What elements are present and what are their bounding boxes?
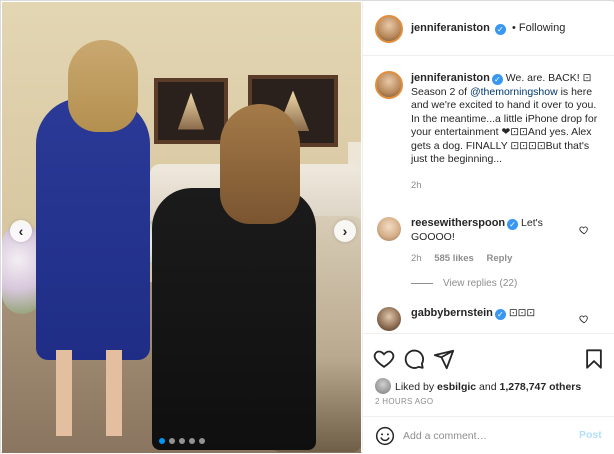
verified-icon: ✓ xyxy=(507,219,519,230)
comments-list[interactable]: jenniferaniston ✓ We. are. BACK! ⊡ Season… xyxy=(363,57,614,333)
caption: jenniferaniston ✓ We. are. BACK! ⊡ Season… xyxy=(411,72,601,192)
verified-icon: ✓ xyxy=(494,309,506,320)
author-line: jenniferaniston ✓ • Following xyxy=(411,22,565,35)
liked-by-username[interactable]: esbilgic xyxy=(437,381,476,393)
caption-text-2: Season 2 of xyxy=(411,85,470,98)
replies-divider xyxy=(411,282,433,284)
carousel-dot xyxy=(168,438,175,444)
comment-like-heart-icon[interactable] xyxy=(579,314,589,324)
caption-mention-link[interactable]: @themorningshow xyxy=(470,86,558,98)
comment-avatar[interactable] xyxy=(377,217,401,241)
comment-avatar[interactable] xyxy=(377,307,401,331)
comment-meta: 2h 585 likes Reply xyxy=(411,252,581,266)
comment-reply-button[interactable]: Reply xyxy=(486,253,512,264)
carousel-dot xyxy=(158,438,165,444)
follow-separator: • xyxy=(511,22,516,34)
author-username[interactable]: jenniferaniston xyxy=(411,22,490,34)
view-replies-label: View replies (22) xyxy=(443,278,518,289)
carousel-prev-button[interactable]: ‹ xyxy=(10,220,32,242)
liker-avatar[interactable] xyxy=(375,378,391,394)
carousel-dot xyxy=(198,438,205,444)
liked-by-count[interactable]: 1,278,747 others xyxy=(500,381,582,393)
carousel-dot xyxy=(188,438,195,444)
caption-avatar[interactable] xyxy=(375,71,403,99)
caption-username[interactable]: jenniferaniston xyxy=(411,72,490,84)
post-timestamp: 2 HOURS AGO xyxy=(375,397,434,406)
instagram-post-modal: ‹ › jenniferaniston ✓ • Following jennif… xyxy=(0,0,614,453)
heart-icon[interactable] xyxy=(373,348,395,370)
comment-time: 2h xyxy=(411,253,422,264)
post-photo[interactable]: ‹ › xyxy=(2,2,361,453)
comment-item: gabbybernstein ✓ ⊡⊡⊡ xyxy=(411,307,581,321)
verified-icon: ✓ xyxy=(491,74,503,85)
caption-time: 2h xyxy=(411,179,422,191)
comment-icon[interactable] xyxy=(403,348,425,370)
caption-emoji-2: ❤⊡⊡ xyxy=(501,126,528,138)
caption-text-1: We. are. BACK! xyxy=(502,72,583,84)
post-comment-button[interactable]: Post xyxy=(579,429,602,441)
carousel-dot xyxy=(178,438,185,444)
comment-username[interactable]: gabbybernstein xyxy=(411,307,493,319)
liked-by-conjunction: and xyxy=(476,381,500,393)
post-actions: Liked by esbilgic and 1,278,747 others 2… xyxy=(363,333,614,453)
add-comment-bar: Post xyxy=(363,416,614,454)
comment-like-heart-icon[interactable] xyxy=(579,225,589,235)
bookmark-icon[interactable] xyxy=(583,348,605,370)
carousel-indicator xyxy=(2,438,361,444)
post-sidebar: jenniferaniston ✓ • Following jenniferan… xyxy=(362,2,614,453)
comment-input[interactable] xyxy=(403,427,563,445)
following-button[interactable]: Following xyxy=(519,22,565,34)
emoji-icon[interactable] xyxy=(375,426,395,446)
comment-username[interactable]: reesewitherspoon xyxy=(411,217,505,229)
caption-emoji-3: ⊡⊡⊡⊡ xyxy=(510,139,546,152)
post-header: jenniferaniston ✓ • Following xyxy=(363,2,614,56)
comment-likes-count[interactable]: 585 likes xyxy=(434,253,474,264)
caption-emoji-1: ⊡ xyxy=(582,72,592,84)
photo-painting-left xyxy=(154,78,228,144)
liked-by-prefix: Liked by xyxy=(395,381,438,393)
view-replies-button[interactable]: View replies (22) xyxy=(411,278,517,289)
likes-summary: Liked by esbilgic and 1,278,747 others xyxy=(375,378,581,394)
comment-text: ⊡⊡⊡ xyxy=(505,307,536,319)
share-icon[interactable] xyxy=(433,348,455,370)
comment-item: reesewitherspoon ✓ Let's GOOOO! 2h 585 li… xyxy=(411,217,581,266)
verified-icon: ✓ xyxy=(494,24,506,35)
carousel-next-button[interactable]: › xyxy=(334,220,356,242)
photo-person-black-outfit xyxy=(152,104,316,450)
photo-person-blue-dress xyxy=(36,40,150,436)
author-avatar[interactable] xyxy=(375,15,403,43)
